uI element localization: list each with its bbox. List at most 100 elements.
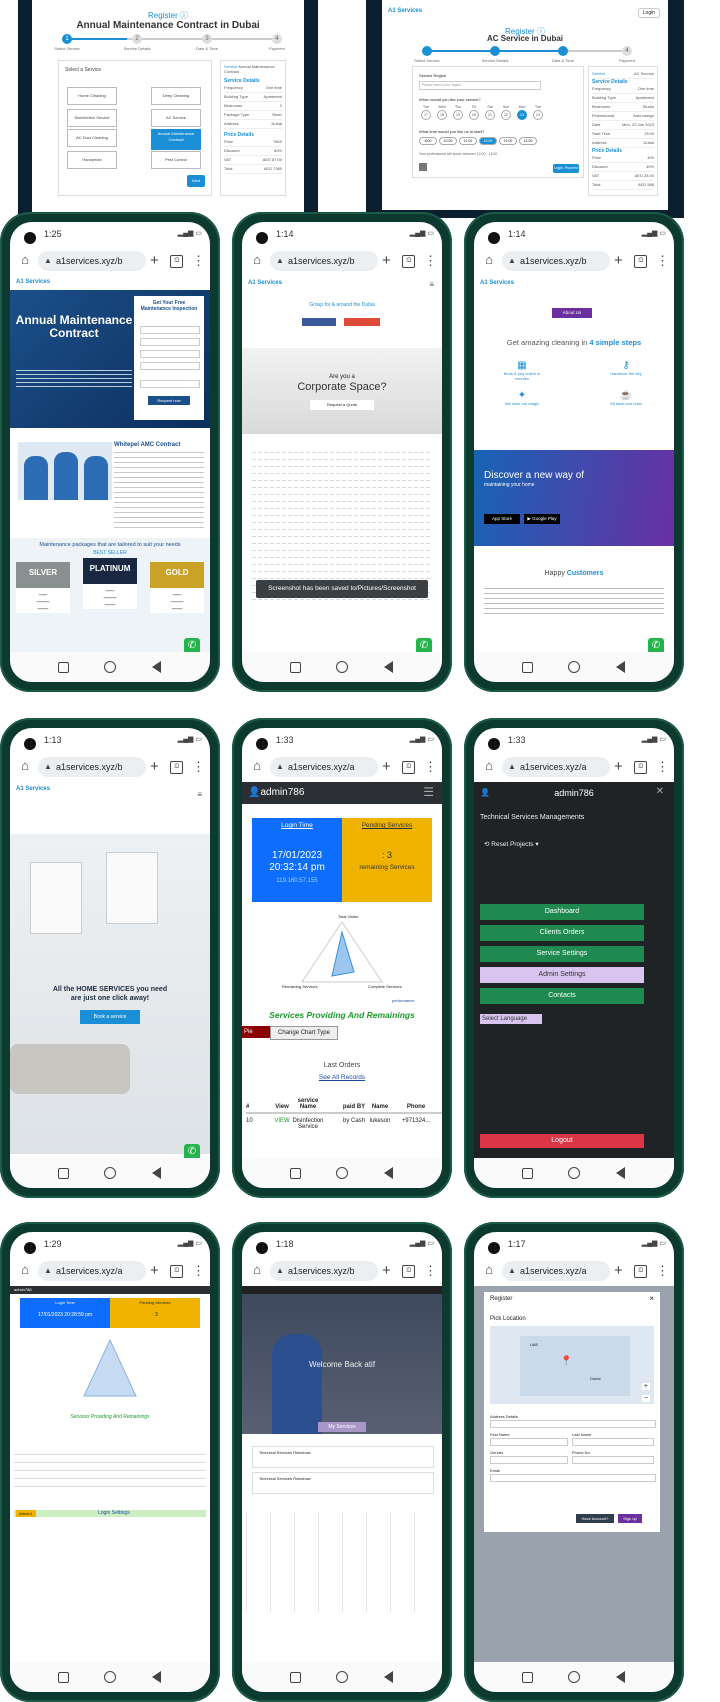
home-icon[interactable]: ⌂ [250,1263,264,1277]
have-account-button[interactable]: Have Account? [576,1514,614,1523]
notification-card[interactable]: Technical Services Rinkshaw [252,1446,434,1468]
home-icon[interactable]: ⌂ [250,759,264,773]
time-option[interactable]: 11:00 [459,137,477,145]
time-option[interactable]: 10:00 [439,137,457,145]
back-icon[interactable] [616,1167,625,1179]
proceed-button[interactable]: Login, Proceed [553,164,579,173]
change-chart-button[interactable]: Change Chart Type [270,1026,338,1040]
recents-icon[interactable] [58,1168,69,1179]
gender-select[interactable] [490,1456,568,1464]
whatsapp-icon[interactable]: ✆ [184,1144,200,1158]
time-option[interactable]: 12:00 [479,137,497,145]
whatsapp-icon[interactable]: ✆ [416,638,432,652]
next-button[interactable]: Next [187,175,205,187]
zoom-out-icon[interactable]: − [641,1395,650,1402]
back-icon[interactable] [152,661,161,673]
date-option[interactable]: Fri 20 [467,105,481,121]
back-icon[interactable] [616,1671,625,1683]
service-option[interactable]: Deep Cleaning [151,87,201,105]
recents-icon[interactable] [290,662,301,673]
home-nav-icon[interactable] [568,1671,580,1683]
time-option[interactable]: 13:00 [499,137,517,145]
address-bar[interactable]: ▲ a1services.xyz/b [270,1261,378,1281]
service-option-selected[interactable]: Annual Maintenance Contract [151,129,201,150]
pending-label[interactable]: Pending Services [342,822,432,829]
new-tab-icon[interactable]: + [382,251,391,271]
new-tab-icon[interactable]: + [614,1261,623,1281]
date-option[interactable]: Sat 21 [483,105,497,121]
back-icon[interactable] [152,1671,161,1683]
sign-up-button[interactable]: Sign up [618,1514,642,1523]
address-bar[interactable]: ▲ a1services.xyz/a [270,757,378,777]
back-icon[interactable] [384,1671,393,1683]
service-option[interactable]: AC Duct Cleaning [67,129,117,147]
home-nav-icon[interactable] [568,661,580,673]
more-menu-icon[interactable]: ⋮ [192,1261,205,1281]
login-time-label[interactable]: Login Time [20,1300,110,1305]
address-bar[interactable]: ▲ a1services.xyz/a [502,757,610,777]
more-menu-icon[interactable]: ⋮ [424,757,437,777]
recents-icon[interactable] [522,662,533,673]
more-menu-icon[interactable]: ⋮ [424,251,437,271]
time-option[interactable]: 14:00 [519,137,537,145]
language-select[interactable]: Select Language [480,1014,542,1024]
login-button[interactable]: Login [637,8,660,18]
recents-icon[interactable] [58,662,69,673]
reset-projects[interactable]: ⟲ Reset Projects ▾ [484,840,539,848]
new-tab-icon[interactable]: + [150,1261,159,1281]
home-nav-icon[interactable] [104,1671,116,1683]
logout-button[interactable]: Logout [480,1134,644,1148]
date-option[interactable]: Thu 19 [451,105,465,121]
email-field[interactable] [490,1474,656,1482]
tab-switcher-icon[interactable]: :D [634,761,647,774]
date-option[interactable]: Sun 22 [499,105,513,121]
back-icon[interactable] [152,1167,161,1179]
menu-admin-settings[interactable]: Admin Settings [480,967,644,983]
home-icon[interactable]: ⌂ [18,1263,32,1277]
region-select[interactable]: Please select your region [419,81,541,90]
whatsapp-icon[interactable]: ✆ [648,638,664,652]
map[interactable]: 📍 UAE Dubai + − [490,1326,654,1404]
notification-card[interactable]: Technical Services Rinkshaw [252,1472,434,1494]
recents-icon[interactable] [58,1672,69,1683]
home-nav-icon[interactable] [568,1167,580,1179]
home-icon[interactable]: ⌂ [482,1263,496,1277]
service-option[interactable]: Disinfection Service [67,109,117,127]
close-icon[interactable]: ✕ [656,786,664,797]
more-menu-icon[interactable]: ⋮ [192,757,205,777]
more-menu-icon[interactable]: ⋮ [656,757,669,777]
login-time-label[interactable]: Login Time [252,822,342,829]
app-store-button[interactable]: App Store [484,514,520,524]
date-option[interactable]: Tue 24 [531,105,545,121]
address-bar[interactable]: ▲ a1services.xyz/b [38,757,146,777]
new-tab-icon[interactable]: + [150,757,159,777]
about-button[interactable]: About Us [552,308,592,318]
date-option[interactable]: Mon 23 [515,105,529,121]
menu-contacts[interactable]: Contacts [480,988,644,1004]
email-field[interactable] [140,350,200,358]
first-name-field[interactable] [490,1438,568,1446]
name-field[interactable] [140,326,200,334]
recents-icon[interactable] [290,1168,301,1179]
back-button[interactable] [419,163,427,171]
back-icon[interactable] [384,661,393,673]
google-play-button[interactable]: ▶ Google Play [524,514,560,524]
new-tab-icon[interactable]: + [382,757,391,777]
tab-switcher-icon[interactable]: :D [170,761,183,774]
address-bar[interactable]: ▲ a1services.xyz/a [502,1261,610,1281]
last-name-field[interactable] [572,1438,654,1446]
tab-switcher-icon[interactable]: :D [170,255,183,268]
see-all-link[interactable]: See All Records [242,1074,442,1081]
register-text[interactable]: Register [148,11,178,20]
phone-field[interactable] [140,338,200,346]
pie-toggle[interactable]: Pie [242,1026,270,1038]
home-icon[interactable]: ⌂ [18,253,32,267]
menu-clients-orders[interactable]: Clients Orders [480,925,644,941]
back-icon[interactable] [616,661,625,673]
pending-label[interactable]: Pending Services [110,1300,200,1305]
recents-icon[interactable] [290,1672,301,1683]
tab-switcher-icon[interactable]: :D [402,1265,415,1278]
hamburger-icon[interactable]: ≡ [429,280,434,289]
tab-switcher-icon[interactable]: :D [634,1265,647,1278]
new-tab-icon[interactable]: + [150,251,159,271]
